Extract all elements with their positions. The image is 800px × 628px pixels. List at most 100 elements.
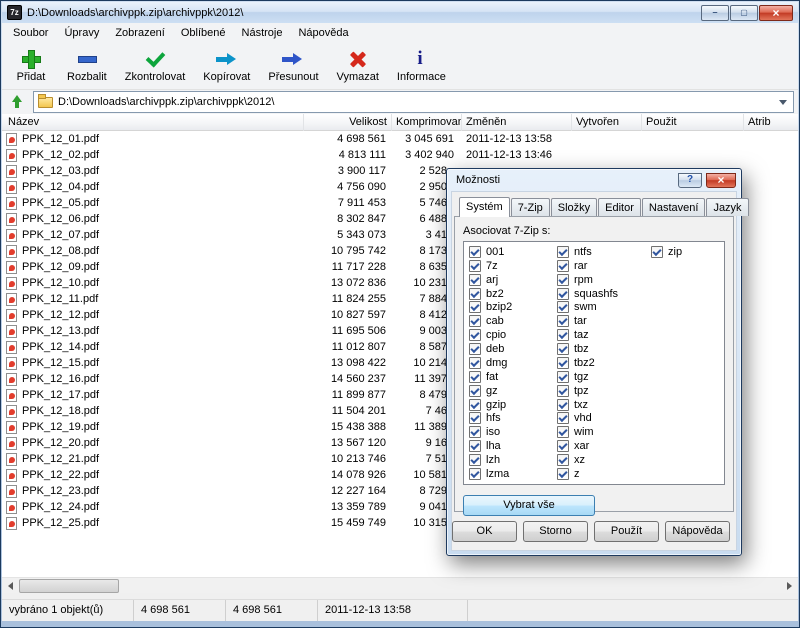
column-header-attributes[interactable]: Atrib bbox=[744, 114, 800, 131]
format-association-item[interactable]: tpz bbox=[554, 384, 648, 398]
add-button[interactable]: Přidat bbox=[4, 45, 58, 84]
checkbox-checked-icon[interactable] bbox=[469, 454, 481, 466]
format-association-item[interactable]: tgz bbox=[554, 370, 648, 384]
copy-button[interactable]: Kopírovat bbox=[194, 45, 259, 84]
checkbox-checked-icon[interactable] bbox=[469, 329, 481, 341]
format-association-item[interactable]: tbz bbox=[554, 342, 648, 356]
checkbox-checked-icon[interactable] bbox=[469, 412, 481, 424]
test-button[interactable]: Zkontrolovat bbox=[116, 45, 195, 84]
checkbox-checked-icon[interactable] bbox=[557, 454, 569, 466]
address-dropdown-button[interactable] bbox=[775, 92, 791, 112]
checkbox-checked-icon[interactable] bbox=[469, 343, 481, 355]
scrollbar-thumb[interactable] bbox=[19, 579, 119, 593]
tab-system[interactable]: Systém bbox=[459, 197, 510, 217]
apply-button[interactable]: Použít bbox=[594, 521, 659, 542]
format-association-item[interactable]: gz bbox=[466, 384, 554, 398]
dialog-close-button[interactable] bbox=[706, 173, 736, 188]
checkbox-checked-icon[interactable] bbox=[469, 274, 481, 286]
format-association-item[interactable]: taz bbox=[554, 328, 648, 342]
format-association-item[interactable]: rar bbox=[554, 259, 648, 273]
dialog-title-bar[interactable]: Možnosti bbox=[447, 169, 741, 190]
close-button[interactable] bbox=[759, 5, 793, 21]
tab-language[interactable]: Jazyk bbox=[706, 198, 748, 216]
menu-item-zobrazeni[interactable]: Zobrazení bbox=[107, 23, 173, 44]
maximize-button[interactable] bbox=[730, 5, 758, 21]
format-association-item[interactable]: iso bbox=[466, 425, 554, 439]
format-association-item[interactable]: fat bbox=[466, 370, 554, 384]
checkbox-checked-icon[interactable] bbox=[469, 468, 481, 480]
format-association-item[interactable]: vhd bbox=[554, 412, 648, 426]
format-association-item[interactable]: lha bbox=[466, 439, 554, 453]
move-button[interactable]: Přesunout bbox=[259, 45, 327, 84]
info-button[interactable]: Informace bbox=[388, 45, 455, 84]
checkbox-checked-icon[interactable] bbox=[557, 315, 569, 327]
format-association-item[interactable]: z bbox=[554, 467, 648, 481]
checkbox-checked-icon[interactable] bbox=[557, 385, 569, 397]
menu-item-oblibene[interactable]: Oblíbené bbox=[173, 23, 234, 44]
column-header-compressed[interactable]: Komprimovan... bbox=[392, 114, 462, 131]
column-header-accessed[interactable]: Použit bbox=[642, 114, 744, 131]
checkbox-checked-icon[interactable] bbox=[469, 385, 481, 397]
ok-button[interactable]: OK bbox=[452, 521, 517, 542]
horizontal-scrollbar[interactable] bbox=[2, 577, 798, 593]
format-association-item[interactable]: cab bbox=[466, 314, 554, 328]
checkbox-checked-icon[interactable] bbox=[469, 440, 481, 452]
format-association-item[interactable]: squashfs bbox=[554, 287, 648, 301]
checkbox-checked-icon[interactable] bbox=[557, 440, 569, 452]
column-header-created[interactable]: Vytvořen bbox=[572, 114, 642, 131]
cancel-button[interactable]: Storno bbox=[523, 521, 588, 542]
table-row[interactable]: PPK_12_01.pdf4 698 5613 045 6912011-12-1… bbox=[2, 131, 798, 147]
tab-7zip[interactable]: 7-Zip bbox=[511, 198, 550, 216]
tab-editor[interactable]: Editor bbox=[598, 198, 641, 216]
format-association-item[interactable]: deb bbox=[466, 342, 554, 356]
checkbox-checked-icon[interactable] bbox=[557, 329, 569, 341]
minimize-button[interactable] bbox=[701, 5, 729, 21]
title-bar[interactable]: 7z D:\Downloads\archivppk.zip\archivppk\… bbox=[2, 2, 798, 23]
format-association-item[interactable]: arj bbox=[466, 273, 554, 287]
format-association-item[interactable]: dmg bbox=[466, 356, 554, 370]
format-association-item[interactable]: bzip2 bbox=[466, 301, 554, 315]
dialog-help-button[interactable] bbox=[678, 173, 702, 188]
format-association-item[interactable]: ntfs bbox=[554, 245, 648, 259]
format-association-item[interactable]: 7z bbox=[466, 259, 554, 273]
menu-item-napoveda[interactable]: Nápověda bbox=[290, 23, 356, 44]
extract-button[interactable]: Rozbalit bbox=[58, 45, 116, 84]
checkbox-checked-icon[interactable] bbox=[557, 274, 569, 286]
format-association-item[interactable]: gzip bbox=[466, 398, 554, 412]
column-header-modified[interactable]: Změněn bbox=[462, 114, 572, 131]
format-association-item[interactable]: cpio bbox=[466, 328, 554, 342]
format-association-item[interactable]: txz bbox=[554, 398, 648, 412]
checkbox-checked-icon[interactable] bbox=[469, 371, 481, 383]
checkbox-checked-icon[interactable] bbox=[469, 301, 481, 313]
format-association-item[interactable]: wim bbox=[554, 425, 648, 439]
format-association-item[interactable]: xz bbox=[554, 453, 648, 467]
format-association-item[interactable]: swm bbox=[554, 301, 648, 315]
checkbox-checked-icon[interactable] bbox=[469, 357, 481, 369]
scroll-left-button[interactable] bbox=[2, 578, 19, 594]
format-association-item[interactable]: lzh bbox=[466, 453, 554, 467]
checkbox-checked-icon[interactable] bbox=[557, 343, 569, 355]
checkbox-checked-icon[interactable] bbox=[469, 288, 481, 300]
select-all-button[interactable]: Vybrat vše bbox=[463, 495, 595, 516]
checkbox-checked-icon[interactable] bbox=[557, 288, 569, 300]
format-association-item[interactable]: lzma bbox=[466, 467, 554, 481]
format-association-item[interactable]: zip bbox=[648, 245, 722, 259]
checkbox-checked-icon[interactable] bbox=[557, 399, 569, 411]
format-association-item[interactable]: hfs bbox=[466, 412, 554, 426]
checkbox-checked-icon[interactable] bbox=[469, 246, 481, 258]
checkbox-checked-icon[interactable] bbox=[557, 371, 569, 383]
checkbox-checked-icon[interactable] bbox=[469, 399, 481, 411]
tab-folders[interactable]: Složky bbox=[551, 198, 597, 216]
checkbox-checked-icon[interactable] bbox=[557, 412, 569, 424]
checkbox-checked-icon[interactable] bbox=[557, 246, 569, 258]
format-association-item[interactable]: tbz2 bbox=[554, 356, 648, 370]
checkbox-checked-icon[interactable] bbox=[557, 468, 569, 480]
checkbox-checked-icon[interactable] bbox=[557, 301, 569, 313]
delete-button[interactable]: Vymazat bbox=[328, 45, 388, 84]
menu-item-nastroje[interactable]: Nástroje bbox=[234, 23, 291, 44]
column-header-name[interactable]: Název bbox=[2, 114, 304, 131]
checkbox-checked-icon[interactable] bbox=[557, 426, 569, 438]
menu-item-upravy[interactable]: Úpravy bbox=[56, 23, 107, 44]
scroll-right-button[interactable] bbox=[781, 578, 798, 594]
help-button[interactable]: Nápověda bbox=[665, 521, 730, 542]
